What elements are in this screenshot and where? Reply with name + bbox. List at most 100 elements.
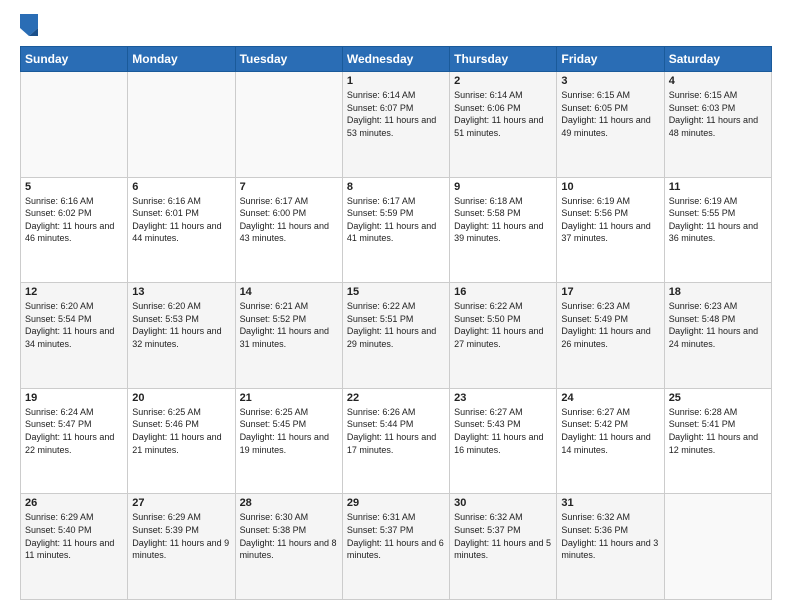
day-number: 6 [132,181,230,193]
day-number: 15 [347,286,445,298]
day-info: Sunrise: 6:29 AM Sunset: 5:39 PM Dayligh… [132,511,230,561]
calendar-cell: 22 Sunrise: 6:26 AM Sunset: 5:44 PM Dayli… [342,388,449,494]
day-number: 7 [240,181,338,193]
day-info: Sunrise: 6:28 AM Sunset: 5:41 PM Dayligh… [669,406,767,456]
day-info: Sunrise: 6:21 AM Sunset: 5:52 PM Dayligh… [240,300,338,350]
calendar-cell [664,494,771,600]
day-number: 10 [561,181,659,193]
day-info: Sunrise: 6:22 AM Sunset: 5:51 PM Dayligh… [347,300,445,350]
day-number: 14 [240,286,338,298]
weekday-header: Wednesday [342,47,449,72]
calendar-cell: 4Sunrise: 6:15 AM Sunset: 6:03 PM Daylig… [664,72,771,178]
calendar-cell: 30 Sunrise: 6:32 AM Sunset: 5:37 PM Dayli… [450,494,557,600]
day-info: Sunrise: 6:18 AM Sunset: 5:58 PM Dayligh… [454,195,552,245]
calendar-cell: 3Sunrise: 6:15 AM Sunset: 6:05 PM Daylig… [557,72,664,178]
day-number: 29 [347,497,445,509]
day-number: 23 [454,392,552,404]
day-info: Sunrise: 6:19 AM Sunset: 5:56 PM Dayligh… [561,195,659,245]
calendar-cell: 9 Sunrise: 6:18 AM Sunset: 5:58 PM Daylig… [450,177,557,283]
day-info: Sunrise: 6:25 AM Sunset: 5:45 PM Dayligh… [240,406,338,456]
logo [20,16,42,36]
day-info: Sunrise: 6:17 AM Sunset: 5:59 PM Dayligh… [347,195,445,245]
day-number: 24 [561,392,659,404]
day-number: 28 [240,497,338,509]
day-number: 3 [561,75,659,87]
calendar-week-row: 5 Sunrise: 6:16 AM Sunset: 6:02 PM Daylig… [21,177,772,283]
calendar-cell: 1Sunrise: 6:14 AM Sunset: 6:07 PM Daylig… [342,72,449,178]
calendar-cell: 24 Sunrise: 6:27 AM Sunset: 5:42 PM Dayli… [557,388,664,494]
day-info: Sunrise: 6:15 AM Sunset: 6:03 PM Dayligh… [669,89,767,139]
calendar-cell: 12 Sunrise: 6:20 AM Sunset: 5:54 PM Dayli… [21,283,128,389]
day-info: Sunrise: 6:31 AM Sunset: 5:37 PM Dayligh… [347,511,445,561]
calendar-cell: 21 Sunrise: 6:25 AM Sunset: 5:45 PM Dayli… [235,388,342,494]
day-number: 2 [454,75,552,87]
calendar-week-row: 19 Sunrise: 6:24 AM Sunset: 5:47 PM Dayli… [21,388,772,494]
calendar-cell: 25 Sunrise: 6:28 AM Sunset: 5:41 PM Dayli… [664,388,771,494]
day-info: Sunrise: 6:26 AM Sunset: 5:44 PM Dayligh… [347,406,445,456]
day-info: Sunrise: 6:32 AM Sunset: 5:37 PM Dayligh… [454,511,552,561]
calendar-week-row: 26 Sunrise: 6:29 AM Sunset: 5:40 PM Dayli… [21,494,772,600]
day-number: 12 [25,286,123,298]
day-info: Sunrise: 6:27 AM Sunset: 5:42 PM Dayligh… [561,406,659,456]
day-number: 13 [132,286,230,298]
calendar-cell: 15 Sunrise: 6:22 AM Sunset: 5:51 PM Dayli… [342,283,449,389]
day-info: Sunrise: 6:19 AM Sunset: 5:55 PM Dayligh… [669,195,767,245]
day-number: 26 [25,497,123,509]
weekday-header-row: SundayMondayTuesdayWednesdayThursdayFrid… [21,47,772,72]
day-info: Sunrise: 6:14 AM Sunset: 6:07 PM Dayligh… [347,89,445,139]
calendar-cell: 27 Sunrise: 6:29 AM Sunset: 5:39 PM Dayli… [128,494,235,600]
calendar-cell: 14 Sunrise: 6:21 AM Sunset: 5:52 PM Dayli… [235,283,342,389]
day-number: 30 [454,497,552,509]
day-number: 19 [25,392,123,404]
calendar-week-row: 12 Sunrise: 6:20 AM Sunset: 5:54 PM Dayli… [21,283,772,389]
calendar-cell [128,72,235,178]
day-number: 22 [347,392,445,404]
calendar-cell: 10 Sunrise: 6:19 AM Sunset: 5:56 PM Dayli… [557,177,664,283]
day-number: 8 [347,181,445,193]
day-number: 5 [25,181,123,193]
calendar-cell: 5 Sunrise: 6:16 AM Sunset: 6:02 PM Daylig… [21,177,128,283]
calendar-cell: 11 Sunrise: 6:19 AM Sunset: 5:55 PM Dayli… [664,177,771,283]
header [20,16,772,36]
day-info: Sunrise: 6:16 AM Sunset: 6:01 PM Dayligh… [132,195,230,245]
weekday-header: Friday [557,47,664,72]
calendar-cell [235,72,342,178]
weekday-header: Monday [128,47,235,72]
day-number: 17 [561,286,659,298]
day-info: Sunrise: 6:24 AM Sunset: 5:47 PM Dayligh… [25,406,123,456]
day-number: 18 [669,286,767,298]
day-number: 27 [132,497,230,509]
weekday-header: Saturday [664,47,771,72]
calendar-cell: 19 Sunrise: 6:24 AM Sunset: 5:47 PM Dayli… [21,388,128,494]
weekday-header: Tuesday [235,47,342,72]
day-number: 31 [561,497,659,509]
calendar-cell: 13 Sunrise: 6:20 AM Sunset: 5:53 PM Dayli… [128,283,235,389]
calendar-cell: 8 Sunrise: 6:17 AM Sunset: 5:59 PM Daylig… [342,177,449,283]
day-info: Sunrise: 6:32 AM Sunset: 5:36 PM Dayligh… [561,511,659,561]
calendar-cell: 6 Sunrise: 6:16 AM Sunset: 6:01 PM Daylig… [128,177,235,283]
day-info: Sunrise: 6:29 AM Sunset: 5:40 PM Dayligh… [25,511,123,561]
calendar-cell: 16Sunrise: 6:22 AM Sunset: 5:50 PM Dayli… [450,283,557,389]
calendar-cell: 17 Sunrise: 6:23 AM Sunset: 5:49 PM Dayli… [557,283,664,389]
calendar-cell: 2Sunrise: 6:14 AM Sunset: 6:06 PM Daylig… [450,72,557,178]
day-info: Sunrise: 6:20 AM Sunset: 5:54 PM Dayligh… [25,300,123,350]
day-info: Sunrise: 6:20 AM Sunset: 5:53 PM Dayligh… [132,300,230,350]
day-number: 21 [240,392,338,404]
logo-icon [20,14,38,36]
calendar-cell: 26 Sunrise: 6:29 AM Sunset: 5:40 PM Dayli… [21,494,128,600]
calendar-cell: 7 Sunrise: 6:17 AM Sunset: 6:00 PM Daylig… [235,177,342,283]
weekday-header: Sunday [21,47,128,72]
day-info: Sunrise: 6:25 AM Sunset: 5:46 PM Dayligh… [132,406,230,456]
day-info: Sunrise: 6:27 AM Sunset: 5:43 PM Dayligh… [454,406,552,456]
day-info: Sunrise: 6:30 AM Sunset: 5:38 PM Dayligh… [240,511,338,561]
day-info: Sunrise: 6:17 AM Sunset: 6:00 PM Dayligh… [240,195,338,245]
day-number: 11 [669,181,767,193]
day-info: Sunrise: 6:23 AM Sunset: 5:49 PM Dayligh… [561,300,659,350]
calendar-page: SundayMondayTuesdayWednesdayThursdayFrid… [0,0,792,612]
day-info: Sunrise: 6:16 AM Sunset: 6:02 PM Dayligh… [25,195,123,245]
calendar-cell: 20 Sunrise: 6:25 AM Sunset: 5:46 PM Dayli… [128,388,235,494]
day-number: 25 [669,392,767,404]
day-number: 20 [132,392,230,404]
day-number: 9 [454,181,552,193]
calendar-cell: 23 Sunrise: 6:27 AM Sunset: 5:43 PM Dayli… [450,388,557,494]
